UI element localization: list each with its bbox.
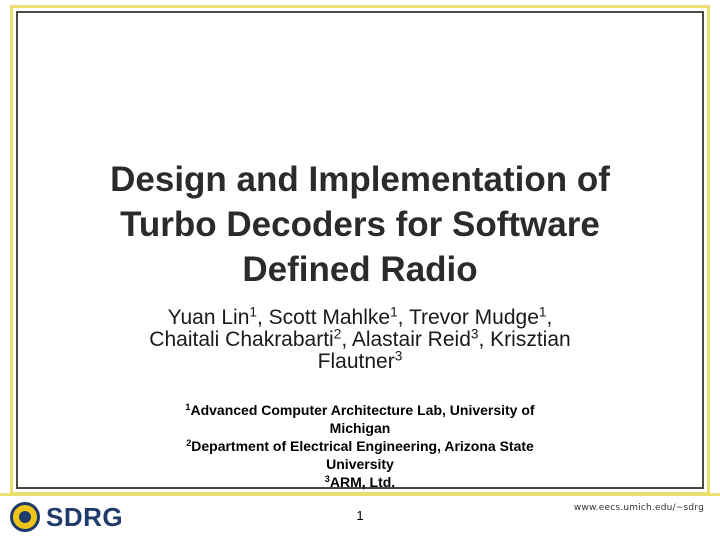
affil-text: Advanced Computer Architecture Lab, Univ… xyxy=(190,402,535,418)
affiliation-2-cont: University xyxy=(326,456,394,472)
footer-url: www.eecs.umich.edu/~sdrg xyxy=(573,503,704,513)
author-name: Chaitali Chakrabarti xyxy=(149,328,334,351)
brand-name: SDRG xyxy=(46,501,124,532)
author-affil-mark: 1 xyxy=(538,304,547,320)
affil-text: Department of Electrical Engineering, Ar… xyxy=(191,438,534,454)
footer-divider xyxy=(0,493,720,496)
page-number: 1 xyxy=(356,508,364,523)
affil-text: ARM, Ltd. xyxy=(329,474,396,490)
author-affil-mark: 2 xyxy=(333,326,342,342)
author-name: Alastair Reid xyxy=(351,328,471,351)
author-affil-mark: 3 xyxy=(470,326,479,342)
author-line-3: Flautner3 xyxy=(60,348,660,373)
affiliation-list: 1Advanced Computer Architecture Lab, Uni… xyxy=(130,401,590,491)
author-affil-mark: 3 xyxy=(394,348,403,364)
affiliation-1-cont: Michigan xyxy=(329,420,391,436)
slide-title: Design and Implementation of Turbo Decod… xyxy=(40,157,680,292)
title-line-2: Turbo Decoders for Software xyxy=(120,205,600,244)
author-list: Yuan Lin1, Scott Mahlke1, Trevor Mudge1,… xyxy=(60,304,660,373)
seal-center xyxy=(19,511,31,523)
affiliation-3: 3ARM, Ltd. xyxy=(130,473,590,491)
author-name: Yuan Lin xyxy=(167,306,250,329)
author-line-1: Yuan Lin1, Scott Mahlke1, Trevor Mudge1, xyxy=(167,304,553,329)
title-line-3: Defined Radio xyxy=(242,250,478,289)
author-line-2: Chaitali Chakrabarti2, Alastair Reid3, K… xyxy=(149,326,571,351)
sdrg-logo: SDRG xyxy=(10,498,123,536)
author-affil-mark: 1 xyxy=(249,304,257,320)
affiliation-2: 2Department of Electrical Engineering, A… xyxy=(130,437,590,455)
university-seal-icon xyxy=(10,502,40,532)
author-name: Scott Mahlke xyxy=(268,306,391,329)
author-name: Krisztian xyxy=(490,328,571,351)
author-affil-mark: 1 xyxy=(390,304,398,320)
author-name: Flautner xyxy=(317,350,395,373)
affiliation-1: 1Advanced Computer Architecture Lab, Uni… xyxy=(130,401,590,419)
title-line-1: Design and Implementation of xyxy=(110,160,610,199)
